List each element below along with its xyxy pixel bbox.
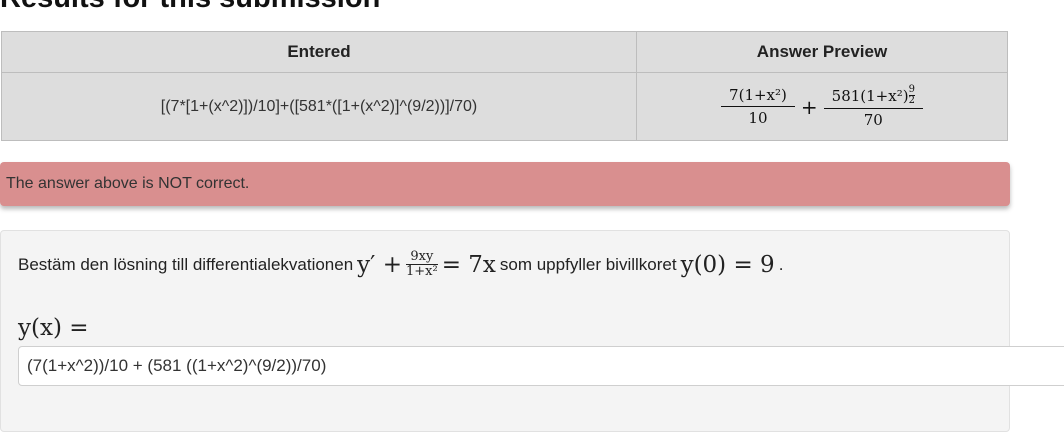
differential-equation: y′ + 9xy 1+x² = 7x	[357, 249, 496, 280]
equation-left: y′ +	[357, 251, 402, 278]
entered-answer-cell: [(7*[1+(x^2)])/10]+([581*([1+(x^2)]^(9/2…	[1, 72, 637, 141]
preview-exponent-numerator: 9	[908, 83, 915, 95]
problem-statement: Bestäm den lösning till differentialekva…	[18, 249, 784, 280]
initial-condition: y(0) = 9	[680, 251, 775, 278]
page-heading: Results for this submission	[0, 0, 380, 13]
answer-input[interactable]	[18, 346, 1064, 386]
alert-text: The answer above is NOT correct.	[6, 175, 250, 192]
preview-exponent: 92	[908, 83, 915, 106]
incorrect-answer-alert: The answer above is NOT correct.	[0, 162, 1010, 206]
column-header-answer-preview: Answer Preview	[636, 31, 1008, 73]
statement-text-after: .	[778, 254, 784, 274]
statement-text-middle: som uppfyller bivillkoret	[499, 254, 677, 274]
problem-panel: Bestäm den lösning till differentialekva…	[0, 230, 1064, 432]
preview-fraction-2-denominator: 70	[823, 107, 923, 129]
equation-fraction-numerator: 9xy	[410, 249, 434, 264]
table-row: [(7*[1+(x^2)])/10]+([581*([1+(x^2)]^(9/2…	[1, 72, 1008, 141]
preview-fraction-1-numerator: 7(1+x²)	[729, 86, 787, 104]
statement-text-before: Bestäm den lösning till differentialekva…	[18, 254, 354, 274]
equation-fraction: 9xy 1+x²	[405, 249, 438, 280]
answer-preview-cell: 7(1+x²) 10 + 581(1+x²) 9 2 70	[636, 72, 1008, 141]
answer-preview-math: 7(1+x²) 10 + 581(1+x²) 9 2 70	[721, 83, 923, 129]
preview-fraction-2-base: 581(1+x²)	[831, 86, 909, 105]
equation-right: = 7x	[441, 251, 496, 278]
preview-fraction-2: 581(1+x²) 9 2 70	[823, 83, 923, 129]
preview-plus-sign: +	[800, 94, 818, 119]
preview-exponent-denominator: 2	[908, 94, 915, 106]
equation-fraction-denominator: 1+x²	[405, 264, 438, 280]
results-table: Entered Answer Preview [(7*[1+(x^2)])/10…	[1, 31, 1008, 141]
column-header-entered: Entered	[1, 31, 637, 73]
preview-fraction-1: 7(1+x²) 10	[721, 86, 795, 127]
answer-label: y(x) =	[18, 315, 89, 341]
table-header-row: Entered Answer Preview	[1, 31, 1008, 73]
preview-fraction-1-denominator: 10	[721, 106, 795, 127]
preview-fraction-2-numerator: 581(1+x²) 9 2	[828, 83, 919, 108]
